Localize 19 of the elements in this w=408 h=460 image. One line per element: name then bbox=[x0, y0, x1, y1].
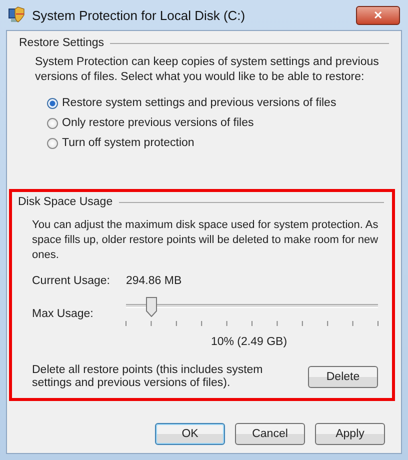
max-usage-reading: 10% (2.49 GB) bbox=[210, 336, 288, 348]
delete-button[interactable]: Delete bbox=[308, 366, 378, 388]
delete-description: Delete all restore points (this includes system settings and previous versions of files). bbox=[32, 364, 264, 390]
dialog-button[interactable]: Apply bbox=[315, 423, 385, 445]
computer-shield-icon bbox=[8, 6, 26, 24]
dialog-button[interactable]: OK bbox=[155, 423, 225, 445]
current-usage-value: 294.86 MB bbox=[126, 275, 182, 287]
description-text: System Protection can keep copies of system settings and previous versions of files. Select what you would like to be able to restore: bbox=[35, 55, 379, 85]
max-usage-label: Max Usage: bbox=[32, 308, 94, 320]
window-title: System Protection for Local Disk (C:) bbox=[32, 8, 246, 22]
group-title: Restore Settings bbox=[19, 37, 104, 49]
group-title: Disk Space Usage bbox=[18, 196, 113, 208]
dialog-button[interactable]: Cancel bbox=[235, 423, 305, 445]
current-usage-label: Current Usage: bbox=[32, 275, 111, 287]
radio-option[interactable]: Only restore previous versions of files bbox=[47, 117, 389, 129]
radio-option[interactable]: Turn off system protection bbox=[47, 137, 389, 149]
description-text: You can adjust the maximum disk space used for system protection. As space fills up, older restore points will be deleted to make room for new ones. bbox=[32, 218, 380, 263]
slider-thumb[interactable] bbox=[146, 297, 158, 317]
radio-option[interactable]: Restore system settings and previous versions of files bbox=[47, 97, 389, 109]
